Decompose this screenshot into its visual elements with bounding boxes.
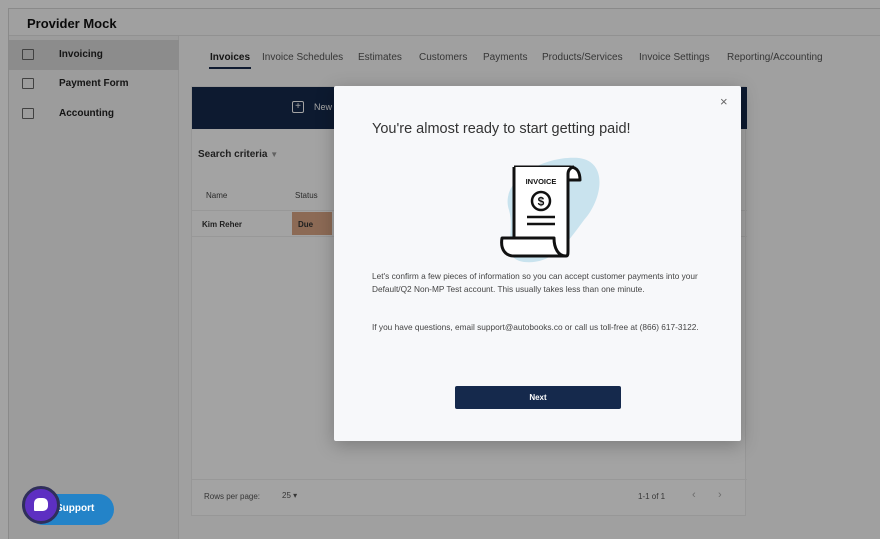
- support-email-link[interactable]: support@autobooks.co: [477, 322, 562, 332]
- invoice-illustration: INVOICE $: [500, 157, 600, 263]
- modal-title: You're almost ready to start getting pai…: [372, 121, 631, 137]
- support-label: Support: [56, 503, 95, 514]
- modal-intro-text: Let's confirm a few pieces of informatio…: [372, 271, 698, 294]
- next-button[interactable]: Next: [455, 386, 621, 409]
- illustration-invoice-label: INVOICE: [526, 177, 557, 186]
- chat-widget[interactable]: [22, 486, 60, 524]
- contact-text-suffix: or call us toll-free at (866) 617-3122.: [562, 322, 699, 332]
- modal-contact-text: If you have questions, email support@aut…: [372, 321, 722, 334]
- chat-icon: [34, 498, 48, 511]
- onboarding-modal: × You're almost ready to start getting p…: [334, 86, 741, 441]
- dollar-icon: $: [538, 195, 545, 209]
- close-icon[interactable]: ×: [720, 94, 728, 109]
- contact-text-prefix: If you have questions, email: [372, 322, 478, 332]
